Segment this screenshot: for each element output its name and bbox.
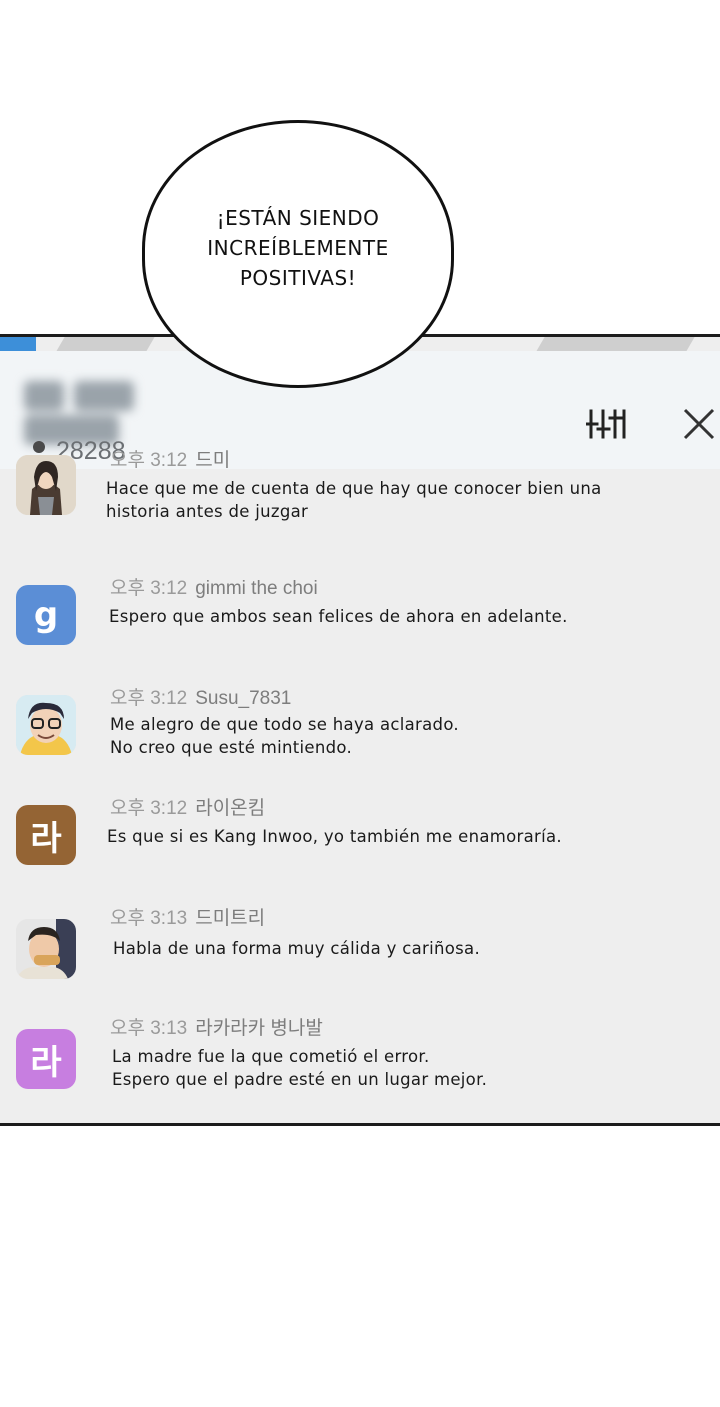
avatar-letter: 라: [30, 818, 62, 859]
message-time: 오후 3:12: [110, 578, 188, 599]
sliders-icon[interactable]: [586, 407, 628, 441]
user-avatar[interactable]: [16, 695, 76, 755]
message-text: Espero que ambos sean felices de ahora e…: [109, 605, 568, 628]
message-time: 오후 3:12: [110, 450, 188, 471]
user-avatar[interactable]: 라: [16, 805, 76, 865]
message-line: Me alegro de que todo se haya aclarado.: [110, 715, 459, 734]
message-time: 오후 3:13: [110, 1018, 188, 1039]
avatar-letter: 라: [30, 1042, 62, 1083]
message-nickname: Susu_7831: [195, 688, 292, 709]
message-nickname: 라카라카 병나발: [195, 1018, 323, 1039]
user-avatar[interactable]: g: [16, 585, 76, 645]
message-line: La madre fue la que cometió el error.: [112, 1047, 430, 1066]
user-avatar[interactable]: [16, 919, 76, 979]
cartoon-man-glasses-avatar-image: [16, 695, 76, 755]
message-nickname: 라이온킴: [195, 798, 266, 819]
message-meta: 오후 3:13 라카라카 병나발: [110, 1013, 323, 1040]
message-nickname: 드미: [195, 450, 231, 471]
message-time: 오후 3:12: [110, 798, 188, 819]
message-time: 오후 3:12: [110, 688, 188, 709]
live-chat-panel: 28288 오후 3:12 드미 Hace que me de cuenta d…: [0, 334, 720, 1126]
message-text: Habla de una forma muy cálida y cariñosa…: [113, 937, 480, 960]
message-meta: 오후 3:12 라이온킴: [110, 793, 265, 820]
message-line: Hace que me de cuenta de que hay que con…: [106, 479, 602, 498]
message-text: Me alegro de que todo se haya aclarado. …: [110, 713, 459, 759]
message-line: Habla de una forma muy cálida y cariñosa…: [113, 939, 480, 958]
user-avatar[interactable]: [16, 455, 76, 515]
message-line: Espero que el padre esté en un lugar mej…: [112, 1070, 488, 1089]
avatar-letter: g: [33, 595, 59, 635]
speech-bubble-text: ¡ESTÁN SIENDO INCREÍBLEMENTE POSITIVAS!: [207, 206, 389, 290]
close-icon[interactable]: [682, 407, 716, 441]
blurred-chat-title: [24, 381, 244, 445]
message-nickname: gimmi the choi: [195, 578, 318, 599]
message-line: Espero que ambos sean felices de ahora e…: [109, 607, 568, 626]
message-time: 오후 3:13: [110, 908, 188, 929]
woman-portrait-avatar-image: [16, 455, 76, 515]
accent-bar: [0, 337, 36, 351]
message-text: Hace que me de cuenta de que hay que con…: [106, 477, 602, 523]
message-text: La madre fue la que cometió el error. Es…: [112, 1045, 487, 1091]
message-meta: 오후 3:12 드미: [110, 445, 230, 472]
man-eating-avatar-image: [16, 919, 76, 979]
message-meta: 오후 3:12 gimmi the choi: [110, 573, 318, 600]
user-avatar[interactable]: 라: [16, 1029, 76, 1089]
message-line: No creo que esté mintiendo.: [110, 738, 353, 757]
message-nickname: 드미트리: [195, 908, 266, 929]
message-line: Es que si es Kang Inwoo, yo también me e…: [107, 827, 562, 846]
message-meta: 오후 3:13 드미트리: [110, 903, 265, 930]
speech-bubble: ¡ESTÁN SIENDO INCREÍBLEMENTE POSITIVAS!: [142, 120, 454, 388]
message-text: Es que si es Kang Inwoo, yo también me e…: [107, 825, 562, 848]
message-meta: 오후 3:12 Susu_7831: [110, 683, 291, 710]
message-line: historia antes de juzgar: [106, 502, 309, 521]
